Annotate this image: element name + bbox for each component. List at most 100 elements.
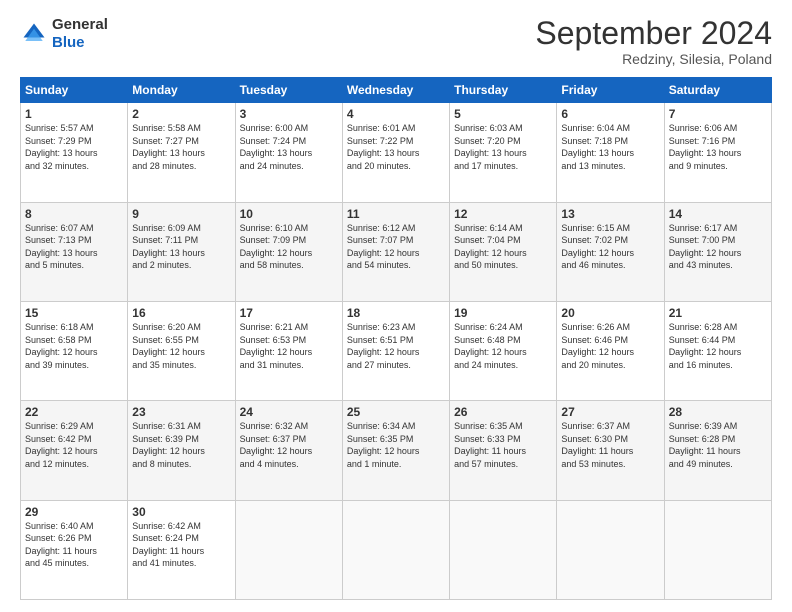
calendar-cell: 24Sunrise: 6:32 AM Sunset: 6:37 PM Dayli…	[235, 401, 342, 500]
day-info: Sunrise: 6:01 AM Sunset: 7:22 PM Dayligh…	[347, 122, 445, 172]
day-number: 16	[132, 306, 230, 320]
logo-general: General	[52, 16, 108, 33]
calendar-cell: 2Sunrise: 5:58 AM Sunset: 7:27 PM Daylig…	[128, 103, 235, 202]
calendar-cell: 25Sunrise: 6:34 AM Sunset: 6:35 PM Dayli…	[342, 401, 449, 500]
day-number: 10	[240, 207, 338, 221]
day-info: Sunrise: 6:42 AM Sunset: 6:24 PM Dayligh…	[132, 520, 230, 570]
day-info: Sunrise: 6:24 AM Sunset: 6:48 PM Dayligh…	[454, 321, 552, 371]
day-info: Sunrise: 6:04 AM Sunset: 7:18 PM Dayligh…	[561, 122, 659, 172]
calendar-cell: 7Sunrise: 6:06 AM Sunset: 7:16 PM Daylig…	[664, 103, 771, 202]
logo-icon	[20, 20, 48, 48]
day-info: Sunrise: 6:28 AM Sunset: 6:44 PM Dayligh…	[669, 321, 767, 371]
day-info: Sunrise: 6:14 AM Sunset: 7:04 PM Dayligh…	[454, 222, 552, 272]
day-info: Sunrise: 6:39 AM Sunset: 6:28 PM Dayligh…	[669, 420, 767, 470]
day-number: 1	[25, 107, 123, 121]
day-number: 19	[454, 306, 552, 320]
calendar-week-5: 29Sunrise: 6:40 AM Sunset: 6:26 PM Dayli…	[21, 500, 772, 599]
calendar-cell: 27Sunrise: 6:37 AM Sunset: 6:30 PM Dayli…	[557, 401, 664, 500]
calendar-cell	[235, 500, 342, 599]
logo-blue: Blue	[52, 34, 85, 51]
calendar-cell: 16Sunrise: 6:20 AM Sunset: 6:55 PM Dayli…	[128, 301, 235, 400]
day-info: Sunrise: 6:20 AM Sunset: 6:55 PM Dayligh…	[132, 321, 230, 371]
weekday-header-tuesday: Tuesday	[235, 78, 342, 103]
calendar-cell: 11Sunrise: 6:12 AM Sunset: 7:07 PM Dayli…	[342, 202, 449, 301]
day-info: Sunrise: 6:17 AM Sunset: 7:00 PM Dayligh…	[669, 222, 767, 272]
calendar-cell: 5Sunrise: 6:03 AM Sunset: 7:20 PM Daylig…	[450, 103, 557, 202]
day-info: Sunrise: 6:09 AM Sunset: 7:11 PM Dayligh…	[132, 222, 230, 272]
calendar-table: SundayMondayTuesdayWednesdayThursdayFrid…	[20, 77, 772, 600]
calendar-week-3: 15Sunrise: 6:18 AM Sunset: 6:58 PM Dayli…	[21, 301, 772, 400]
calendar-cell	[664, 500, 771, 599]
day-info: Sunrise: 6:37 AM Sunset: 6:30 PM Dayligh…	[561, 420, 659, 470]
day-number: 24	[240, 405, 338, 419]
calendar-week-4: 22Sunrise: 6:29 AM Sunset: 6:42 PM Dayli…	[21, 401, 772, 500]
day-number: 30	[132, 505, 230, 519]
calendar-cell: 21Sunrise: 6:28 AM Sunset: 6:44 PM Dayli…	[664, 301, 771, 400]
day-info: Sunrise: 6:32 AM Sunset: 6:37 PM Dayligh…	[240, 420, 338, 470]
day-info: Sunrise: 6:12 AM Sunset: 7:07 PM Dayligh…	[347, 222, 445, 272]
day-number: 4	[347, 107, 445, 121]
day-info: Sunrise: 6:00 AM Sunset: 7:24 PM Dayligh…	[240, 122, 338, 172]
day-number: 15	[25, 306, 123, 320]
day-number: 13	[561, 207, 659, 221]
day-number: 9	[132, 207, 230, 221]
page: General Blue September 2024 Redziny, Sil…	[0, 0, 792, 612]
calendar-cell: 20Sunrise: 6:26 AM Sunset: 6:46 PM Dayli…	[557, 301, 664, 400]
weekday-header-wednesday: Wednesday	[342, 78, 449, 103]
day-info: Sunrise: 6:31 AM Sunset: 6:39 PM Dayligh…	[132, 420, 230, 470]
day-info: Sunrise: 6:40 AM Sunset: 6:26 PM Dayligh…	[25, 520, 123, 570]
day-number: 12	[454, 207, 552, 221]
day-number: 23	[132, 405, 230, 419]
weekday-header-sunday: Sunday	[21, 78, 128, 103]
day-info: Sunrise: 5:58 AM Sunset: 7:27 PM Dayligh…	[132, 122, 230, 172]
weekday-header-monday: Monday	[128, 78, 235, 103]
day-number: 20	[561, 306, 659, 320]
day-number: 26	[454, 405, 552, 419]
calendar-cell: 30Sunrise: 6:42 AM Sunset: 6:24 PM Dayli…	[128, 500, 235, 599]
title-block: September 2024 Redziny, Silesia, Poland	[535, 16, 772, 67]
day-number: 25	[347, 405, 445, 419]
weekday-header-row: SundayMondayTuesdayWednesdayThursdayFrid…	[21, 78, 772, 103]
day-info: Sunrise: 6:15 AM Sunset: 7:02 PM Dayligh…	[561, 222, 659, 272]
day-number: 3	[240, 107, 338, 121]
day-info: Sunrise: 5:57 AM Sunset: 7:29 PM Dayligh…	[25, 122, 123, 172]
day-number: 8	[25, 207, 123, 221]
day-info: Sunrise: 6:03 AM Sunset: 7:20 PM Dayligh…	[454, 122, 552, 172]
calendar-cell	[450, 500, 557, 599]
logo: General Blue	[20, 16, 108, 52]
day-info: Sunrise: 6:34 AM Sunset: 6:35 PM Dayligh…	[347, 420, 445, 470]
day-number: 28	[669, 405, 767, 419]
calendar-week-2: 8Sunrise: 6:07 AM Sunset: 7:13 PM Daylig…	[21, 202, 772, 301]
calendar-cell: 9Sunrise: 6:09 AM Sunset: 7:11 PM Daylig…	[128, 202, 235, 301]
calendar-cell: 18Sunrise: 6:23 AM Sunset: 6:51 PM Dayli…	[342, 301, 449, 400]
day-info: Sunrise: 6:23 AM Sunset: 6:51 PM Dayligh…	[347, 321, 445, 371]
calendar-cell: 17Sunrise: 6:21 AM Sunset: 6:53 PM Dayli…	[235, 301, 342, 400]
calendar-cell: 6Sunrise: 6:04 AM Sunset: 7:18 PM Daylig…	[557, 103, 664, 202]
day-number: 7	[669, 107, 767, 121]
location: Redziny, Silesia, Poland	[535, 51, 772, 67]
day-number: 29	[25, 505, 123, 519]
weekday-header-friday: Friday	[557, 78, 664, 103]
day-info: Sunrise: 6:07 AM Sunset: 7:13 PM Dayligh…	[25, 222, 123, 272]
month-title: September 2024	[535, 16, 772, 51]
calendar-cell: 14Sunrise: 6:17 AM Sunset: 7:00 PM Dayli…	[664, 202, 771, 301]
day-number: 11	[347, 207, 445, 221]
calendar-cell: 13Sunrise: 6:15 AM Sunset: 7:02 PM Dayli…	[557, 202, 664, 301]
calendar-cell: 29Sunrise: 6:40 AM Sunset: 6:26 PM Dayli…	[21, 500, 128, 599]
day-info: Sunrise: 6:10 AM Sunset: 7:09 PM Dayligh…	[240, 222, 338, 272]
day-number: 5	[454, 107, 552, 121]
calendar-week-1: 1Sunrise: 5:57 AM Sunset: 7:29 PM Daylig…	[21, 103, 772, 202]
calendar-cell: 28Sunrise: 6:39 AM Sunset: 6:28 PM Dayli…	[664, 401, 771, 500]
weekday-header-saturday: Saturday	[664, 78, 771, 103]
day-number: 21	[669, 306, 767, 320]
day-number: 14	[669, 207, 767, 221]
calendar-cell: 8Sunrise: 6:07 AM Sunset: 7:13 PM Daylig…	[21, 202, 128, 301]
calendar-cell	[342, 500, 449, 599]
day-number: 17	[240, 306, 338, 320]
calendar-cell: 3Sunrise: 6:00 AM Sunset: 7:24 PM Daylig…	[235, 103, 342, 202]
calendar-cell: 10Sunrise: 6:10 AM Sunset: 7:09 PM Dayli…	[235, 202, 342, 301]
day-number: 22	[25, 405, 123, 419]
calendar-cell: 15Sunrise: 6:18 AM Sunset: 6:58 PM Dayli…	[21, 301, 128, 400]
day-info: Sunrise: 6:18 AM Sunset: 6:58 PM Dayligh…	[25, 321, 123, 371]
day-info: Sunrise: 6:26 AM Sunset: 6:46 PM Dayligh…	[561, 321, 659, 371]
